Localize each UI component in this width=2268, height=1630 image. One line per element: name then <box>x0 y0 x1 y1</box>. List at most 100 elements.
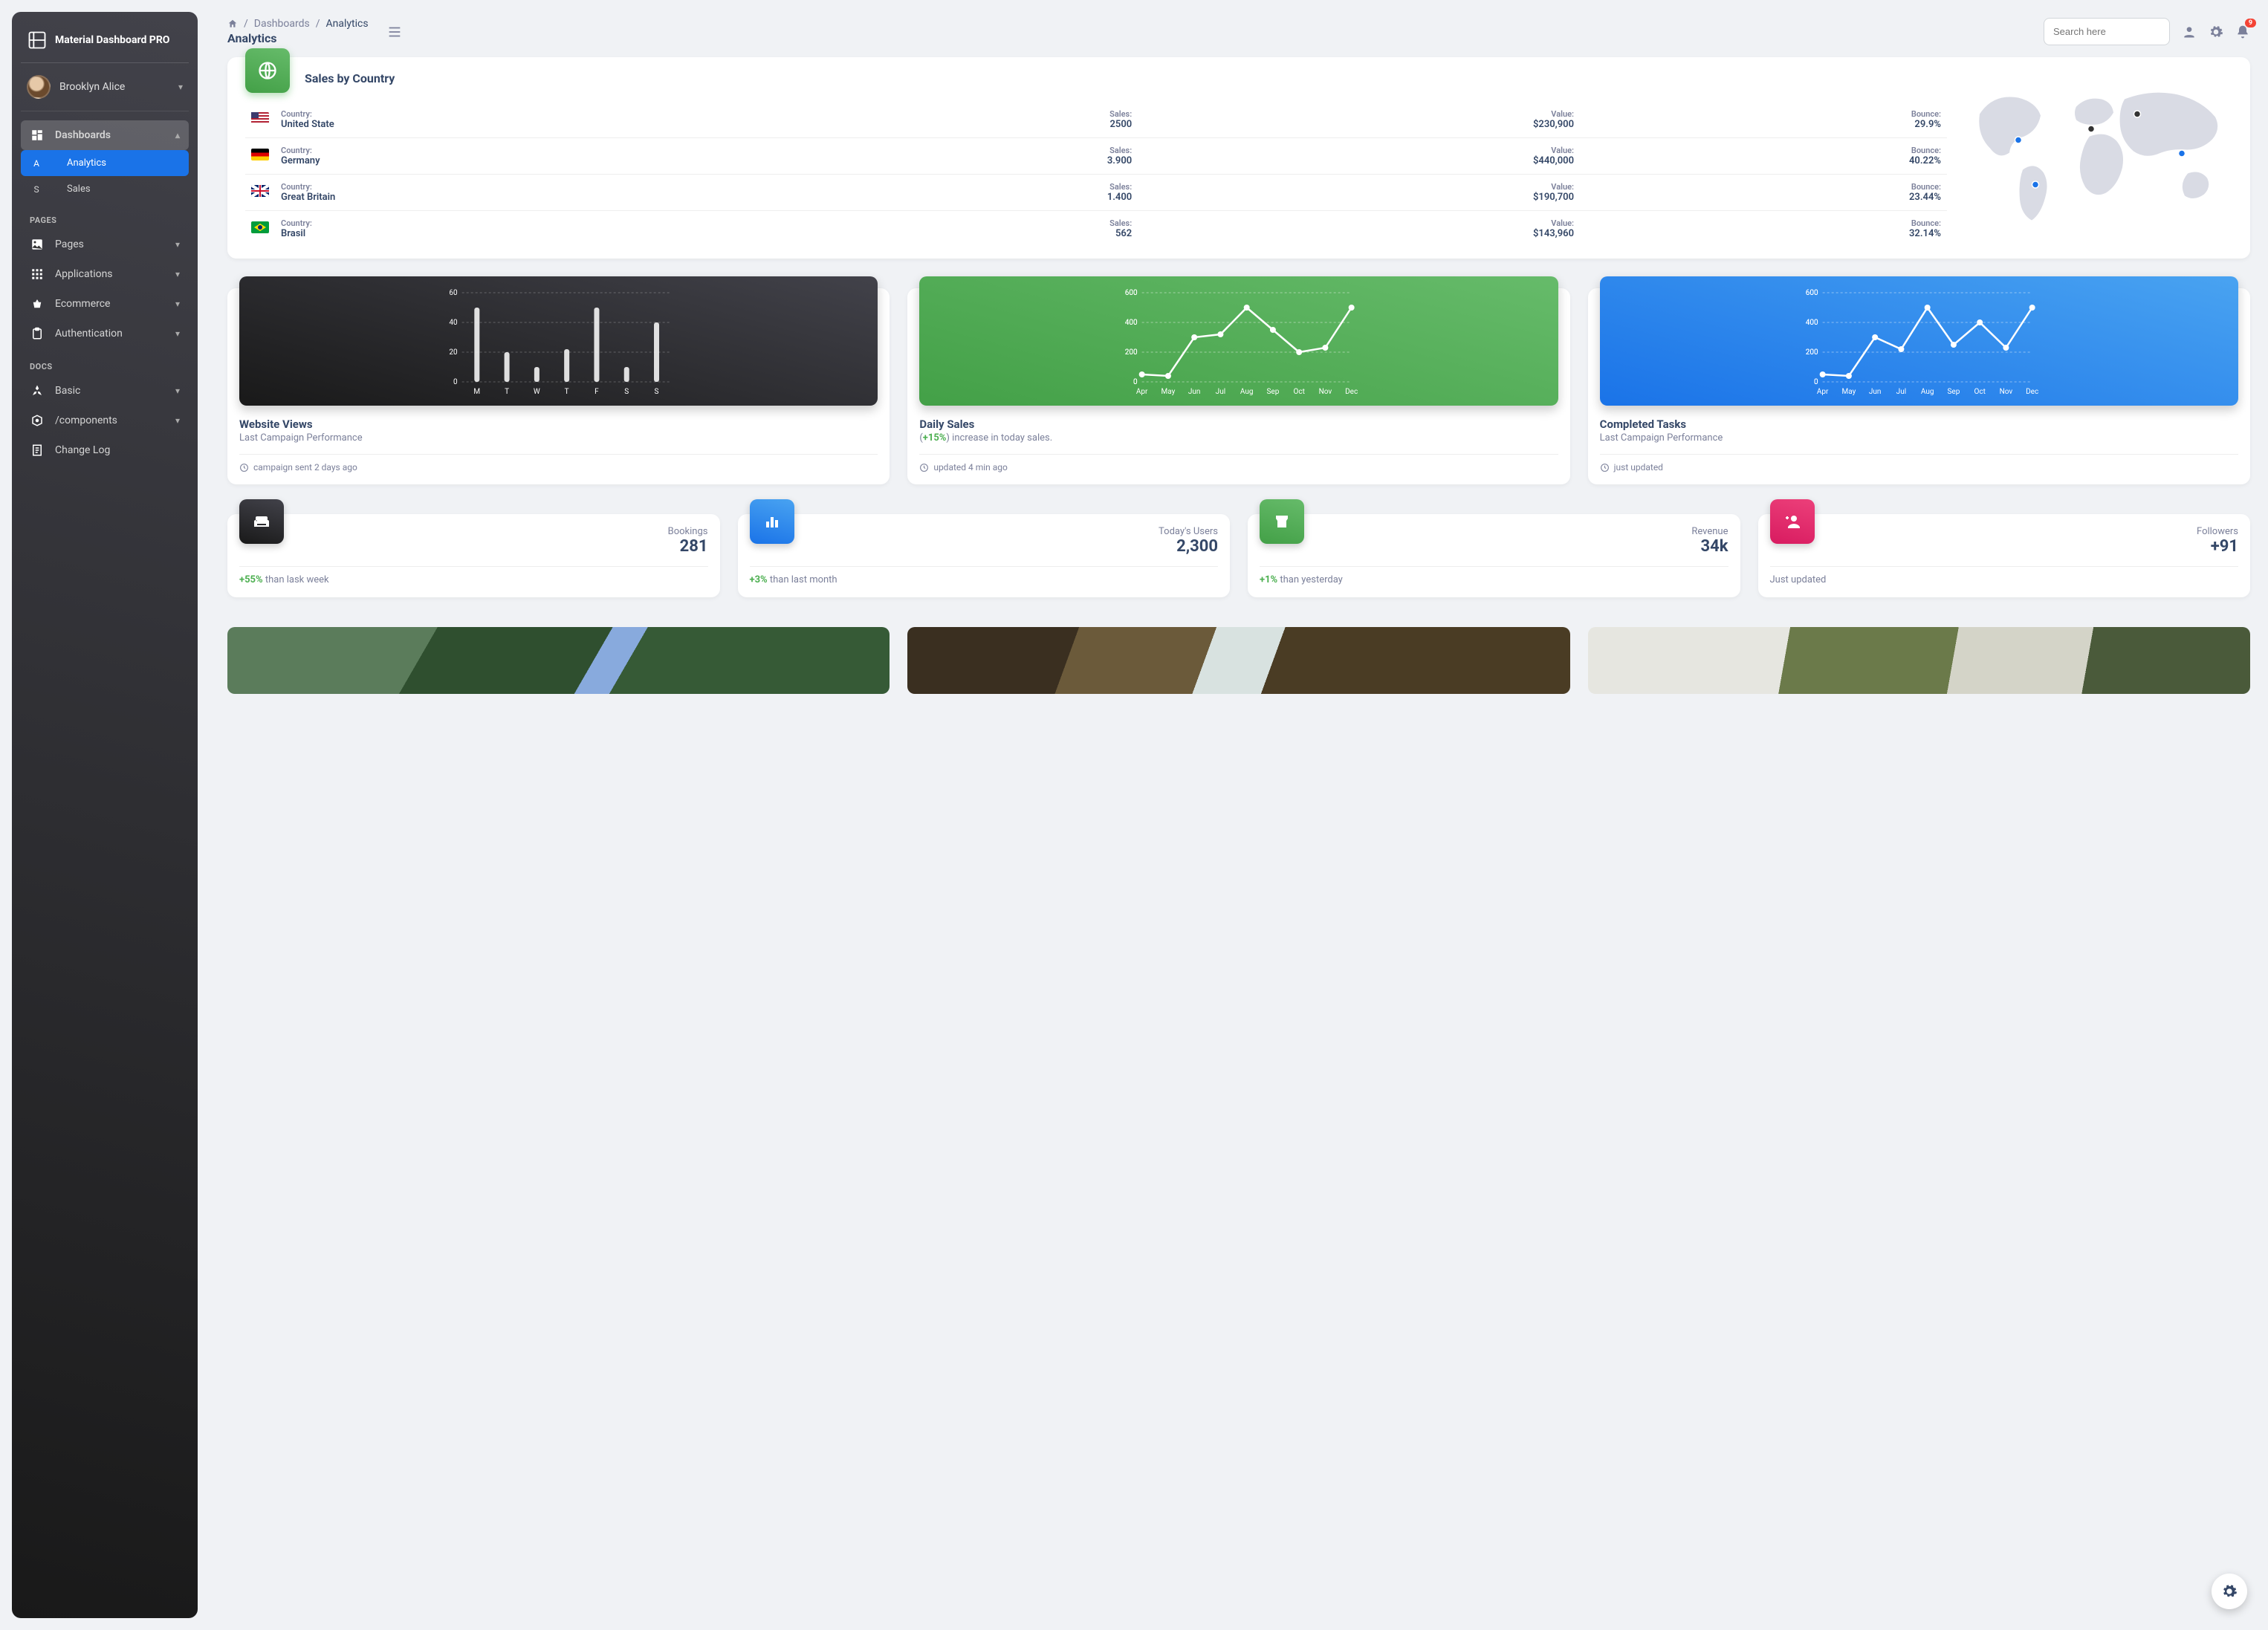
clock-icon <box>919 463 929 473</box>
chevron-down-icon: ▾ <box>175 386 180 396</box>
image-icon <box>30 237 45 252</box>
settings-icon[interactable] <box>2209 25 2223 39</box>
stat-value: 34k <box>1691 537 1728 556</box>
dashboard-icon <box>30 128 45 143</box>
svg-text:S: S <box>624 388 629 396</box>
svg-text:S: S <box>655 388 659 396</box>
sidebar-item-dashboards[interactable]: Dashboards ▴ <box>21 120 189 150</box>
stat-card: Bookings 281 +55% than lask week <box>227 514 720 597</box>
card-title: Sales by Country <box>305 71 395 85</box>
stat-footer: +1% than yesterday <box>1260 574 1728 585</box>
chart-subtitle: Last Campaign Performance <box>239 432 878 444</box>
breadcrumb-link-dashboards[interactable]: Dashboards <box>254 18 310 30</box>
svg-text:Dec: Dec <box>2026 388 2038 396</box>
stat-card: Today's Users 2,300 +3% than last month <box>738 514 1231 597</box>
chart-card: 02004006000200400600AprMayJunJulAugSepOc… <box>907 288 1569 484</box>
svg-text:Nov: Nov <box>1999 388 2012 396</box>
chevron-down-icon: ▾ <box>178 82 183 92</box>
stat-label: Followers <box>2197 526 2238 537</box>
settings-fab[interactable] <box>2212 1574 2247 1609</box>
flag-icon <box>251 112 269 124</box>
chart-visual: 02004006000200400600AprMayJunJulAugSepOc… <box>919 276 1558 406</box>
home-icon[interactable] <box>227 19 238 29</box>
sales-by-country-card: Sales by Country Country:United State Sa… <box>227 57 2250 259</box>
notification-badge: 9 <box>2245 19 2256 27</box>
svg-text:600: 600 <box>1805 289 1818 297</box>
sidebar-item-label: Ecommerce <box>55 298 110 310</box>
menu-toggle-icon[interactable] <box>386 24 403 40</box>
svg-text:Jul: Jul <box>1896 388 1905 396</box>
stat-footer: +55% than lask week <box>239 574 708 585</box>
media-thumb[interactable] <box>1588 627 2250 694</box>
bar-icon <box>750 499 794 544</box>
chevron-down-icon: ▾ <box>175 415 180 426</box>
stat-footer: Just updated <box>1770 574 2239 585</box>
clock-icon <box>1600 463 1610 473</box>
section-pages: PAGES <box>21 202 189 230</box>
sidebar-item-applications[interactable]: Applications ▾ <box>21 259 189 289</box>
svg-text:200: 200 <box>1805 348 1818 357</box>
basket-icon <box>30 296 45 311</box>
stat-footer: +3% than last month <box>750 574 1219 585</box>
chart-footer: updated 4 min ago <box>919 462 1558 473</box>
sidebar-item-label: Analytics <box>67 158 106 169</box>
stat-label: Bookings <box>668 526 708 537</box>
store-icon <box>1260 499 1304 544</box>
svg-text:Jul: Jul <box>1216 388 1225 396</box>
svg-text:Dec: Dec <box>1345 388 1358 396</box>
stat-value: 281 <box>668 537 708 556</box>
flag-icon <box>251 221 269 233</box>
sidebar-item-label: Change Log <box>55 444 110 456</box>
svg-text:Apr: Apr <box>1817 388 1829 396</box>
rocket-icon <box>30 383 45 398</box>
map-marker-us <box>2015 137 2022 143</box>
svg-text:Jun: Jun <box>1869 388 1882 396</box>
clipboard-icon <box>30 326 45 341</box>
sidebar-item-label: /components <box>55 415 117 426</box>
sidebar-item-analytics[interactable]: A Analytics <box>21 150 189 176</box>
sidebar-user[interactable]: Brooklyn Alice ▾ <box>21 63 189 111</box>
breadcrumb: / Dashboards / Analytics <box>227 18 369 30</box>
svg-text:Aug: Aug <box>1240 388 1254 396</box>
personadd-icon <box>1770 499 1815 544</box>
stat-value: +91 <box>2197 537 2238 556</box>
notifications-icon[interactable]: 9 <box>2235 25 2250 39</box>
chart-title: Website Views <box>239 418 878 431</box>
svg-text:May: May <box>1841 388 1856 396</box>
svg-text:Nov: Nov <box>1319 388 1332 396</box>
sidebar-item-changelog[interactable]: Change Log <box>21 435 189 465</box>
chart-subtitle: Last Campaign Performance <box>1600 432 2238 444</box>
chart-visual: 0204060MTWTFSS <box>239 276 878 406</box>
table-row: Country:United State Sales:2500 Value:$2… <box>245 102 1947 138</box>
sidebar-item-basic[interactable]: Basic ▾ <box>21 376 189 406</box>
svg-text:400: 400 <box>1125 319 1138 327</box>
sidebar-item-pages[interactable]: Pages ▾ <box>21 230 189 259</box>
sidebar-item-ecommerce[interactable]: Ecommerce ▾ <box>21 289 189 319</box>
svg-text:Apr: Apr <box>1136 388 1148 396</box>
account-icon[interactable] <box>2182 25 2197 39</box>
flag-icon <box>251 149 269 160</box>
svg-text:Jun: Jun <box>1188 388 1201 396</box>
table-row: Country:Great Britain Sales:1.400 Value:… <box>245 175 1947 211</box>
table-row: Country:Germany Sales:3.900 Value:$440,0… <box>245 138 1947 175</box>
flag-icon <box>251 185 269 197</box>
svg-text:T: T <box>505 388 509 396</box>
sidebar-item-components[interactable]: /components ▾ <box>21 406 189 435</box>
chart-visual: 02004006000200400600AprMayJunJulAugSepOc… <box>1600 276 2238 406</box>
svg-text:Aug: Aug <box>1921 388 1934 396</box>
chart-card: 0204060MTWTFSS Website Views Last Campai… <box>227 288 890 484</box>
media-thumb[interactable] <box>907 627 1569 694</box>
map-marker-ru <box>2134 111 2141 117</box>
media-thumb[interactable] <box>227 627 890 694</box>
avatar <box>27 75 51 99</box>
sidebar-item-sales[interactable]: S Sales <box>21 176 189 202</box>
chevron-up-icon: ▴ <box>175 130 180 140</box>
map-marker-asia <box>2179 150 2186 157</box>
chart-subtitle: (+15%) increase in today sales. <box>919 432 1558 444</box>
sidebar-item-authentication[interactable]: Authentication ▾ <box>21 319 189 348</box>
brand-icon <box>27 30 48 51</box>
stat-card: Revenue 34k +1% than yesterday <box>1248 514 1740 597</box>
globe-icon <box>245 48 290 93</box>
search-input[interactable] <box>2044 18 2170 45</box>
breadcrumb-current: Analytics <box>326 18 369 30</box>
